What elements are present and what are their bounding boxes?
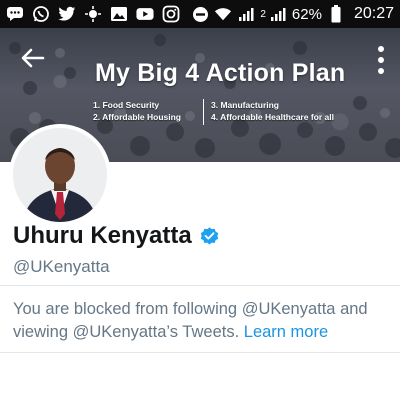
profile-avatar[interactable] [9,124,111,226]
profile-handle: @UKenyatta [13,257,110,276]
instagram-icon [162,5,180,23]
divider [0,285,400,286]
pillar-item: 3. Manufacturing [211,100,280,110]
twitter-bird-icon [58,5,76,23]
location-icon [84,5,102,23]
gallery-icon [110,5,128,23]
battery-icon [327,5,345,23]
signal-1-icon [237,5,255,23]
avatar-image [13,128,107,222]
pillar-item: 2. Affordable Housing [93,112,181,122]
system-status: 2 62% 20:27 [191,5,394,23]
pillar-item: 4. Affordable Healthcare for all [211,112,334,122]
whatsapp-icon [32,5,50,23]
pillar-item: 1. Food Security [93,100,160,110]
learn-more-link[interactable]: Learn more [244,323,328,341]
banner-title: My Big 4 Action Plan [95,59,346,87]
signal-2-icon [269,5,287,23]
profile-name: Uhuru Kenyatta [13,222,192,249]
divider [0,352,400,353]
do-not-disturb-icon [191,5,209,23]
back-arrow-icon[interactable] [20,45,46,71]
more-options-icon[interactable] [376,44,386,76]
notification-icons [6,5,180,23]
verified-badge-icon [200,226,218,244]
blocked-notice: You are blocked from following @UKenyatt… [13,298,393,344]
youtube-icon [136,5,154,23]
sim-2-label: 2 [260,8,266,20]
wifi-icon [214,5,232,23]
messages-icon [6,5,24,23]
pillar-divider [203,99,204,125]
clock: 20:27 [353,5,394,22]
profile-name-row: Uhuru Kenyatta [13,222,220,250]
battery-percent: 62% [291,5,322,23]
status-bar: 2 62% 20:27 [0,0,400,28]
